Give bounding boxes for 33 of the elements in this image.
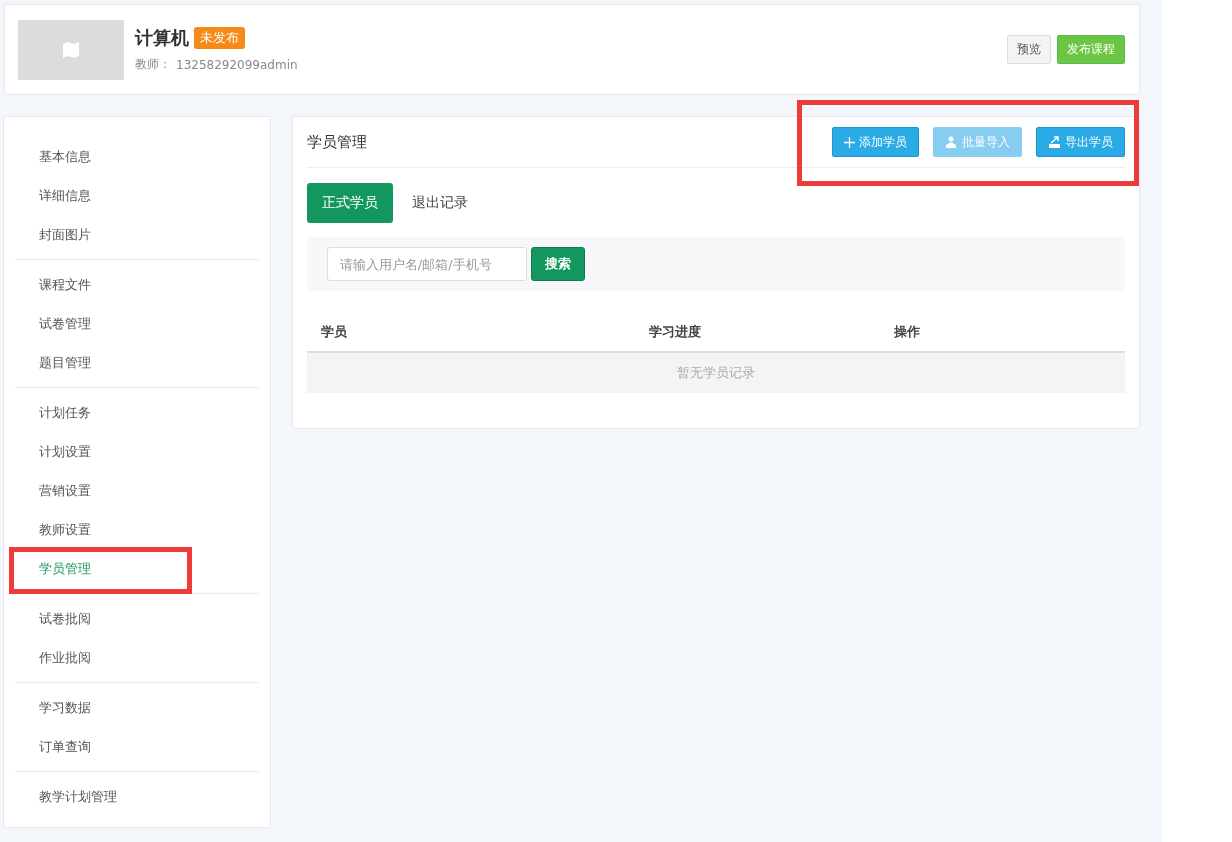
sidebar-item[interactable]: 订单查询 <box>15 727 259 766</box>
status-badge: 未发布 <box>194 27 245 49</box>
sidebar-item[interactable]: 作业批阅 <box>15 638 259 677</box>
sidebar-item[interactable]: 课程文件 <box>15 265 259 304</box>
teacher-label: 教师： <box>135 56 171 73</box>
teacher-name: 13258292099admin <box>176 57 298 72</box>
sidebar-item[interactable]: 试卷批阅 <box>15 599 259 638</box>
sidebar-item[interactable]: 教师设置 <box>15 510 259 549</box>
empty-message: 暂无学员记录 <box>306 353 1125 393</box>
sidebar-item[interactable]: 详细信息 <box>15 176 259 215</box>
sidebar-item[interactable]: 基本信息 <box>15 137 259 176</box>
column-header: 学习进度 <box>648 323 702 341</box>
tab[interactable]: 正式学员 <box>306 183 393 223</box>
sidebar-item[interactable]: 学员管理 <box>15 549 259 588</box>
sidebar-item[interactable]: 封面图片 <box>15 215 259 254</box>
column-header: 操作 <box>893 323 921 341</box>
sidebar-item[interactable]: 计划设置 <box>15 432 259 471</box>
sidebar-item[interactable]: 题目管理 <box>15 343 259 382</box>
sidebar-item[interactable]: 试卷管理 <box>15 304 259 343</box>
import-icon <box>945 136 958 148</box>
column-header: 学员 <box>320 323 348 341</box>
panel-title: 学员管理 <box>306 132 368 152</box>
sidebar-item[interactable]: 计划任务 <box>15 393 259 432</box>
plus-icon <box>844 136 855 148</box>
search-field[interactable]: 请输入用户名/邮箱/手机号 <box>326 247 527 281</box>
export-icon <box>1048 136 1061 148</box>
sidebar-item[interactable]: 营销设置 <box>15 471 259 510</box>
preview-button[interactable]: 预览 <box>1007 35 1051 64</box>
tab[interactable]: 退出记录 <box>396 183 483 223</box>
course-title: 计算机 <box>135 26 189 50</box>
search-button[interactable]: 搜索 <box>530 247 585 281</box>
sidebar-item[interactable]: 学习数据 <box>15 688 259 727</box>
sidebar-item[interactable]: 教学计划管理 <box>15 777 259 816</box>
